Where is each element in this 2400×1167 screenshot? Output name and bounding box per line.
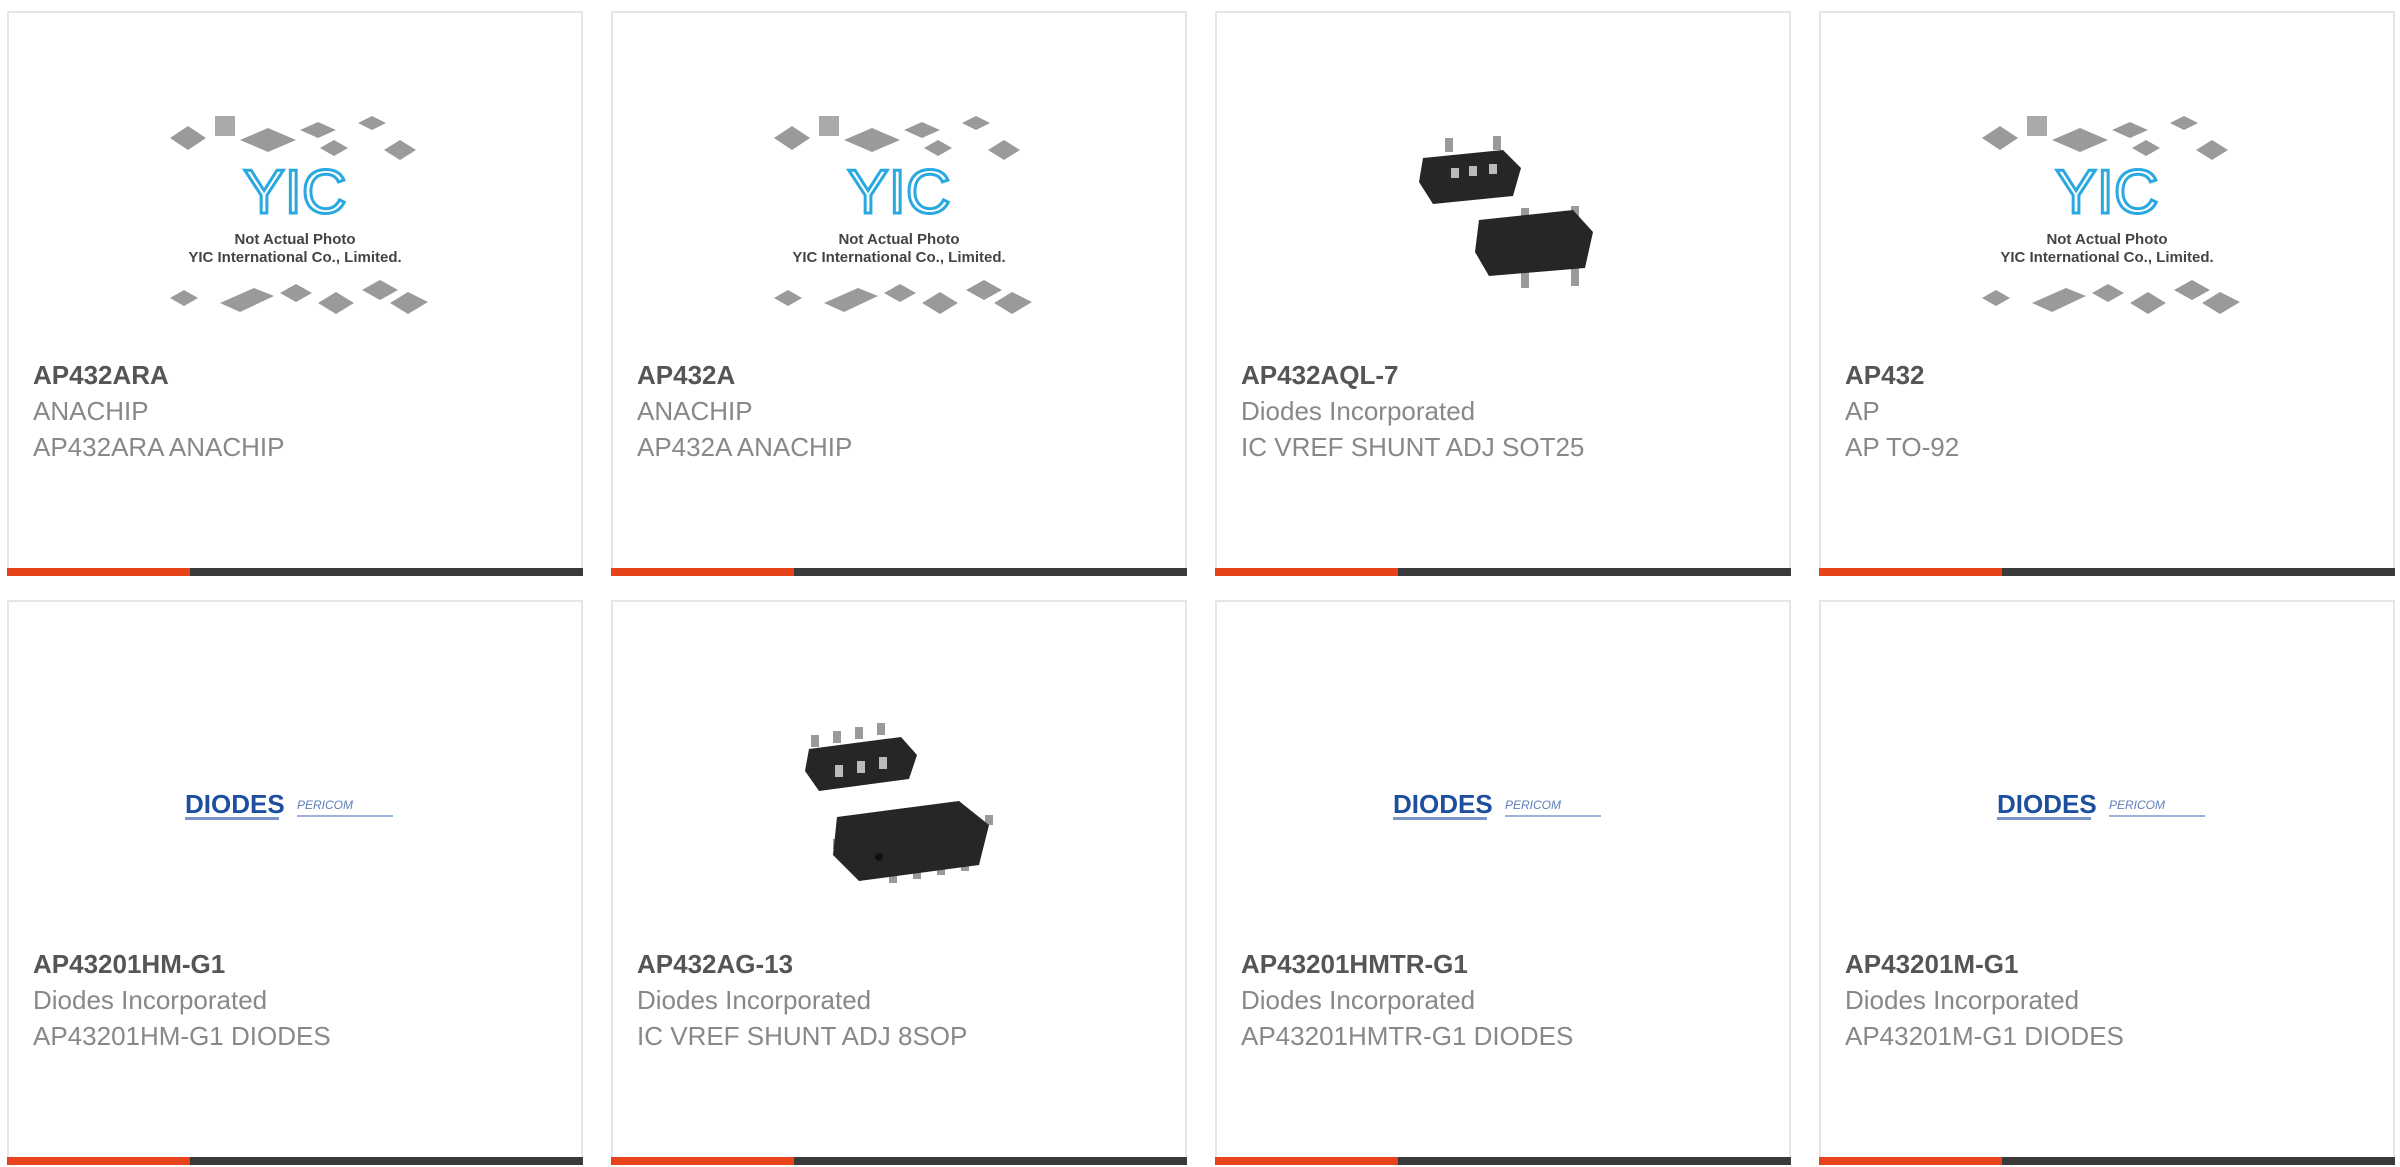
card-accent-bar [1819, 1157, 2002, 1165]
card-accent-bar [7, 568, 190, 576]
product-card[interactable]: AP432AG-13 Diodes Incorporated IC VREF S… [611, 600, 1187, 1165]
card-accent-bar [611, 568, 794, 576]
diodes-logo-text: DIODES [185, 789, 285, 819]
card-bottom-bar [611, 1157, 1187, 1165]
card-bottom-bar [7, 1157, 583, 1165]
placeholder-caption-line2: YIC International Co., Limited. [2000, 249, 2213, 266]
placeholder-caption-line2: YIC International Co., Limited. [188, 249, 401, 266]
yic-logo-text: YIC [847, 158, 950, 227]
part-number[interactable]: AP432 [1845, 357, 2373, 393]
product-image[interactable]: DIODES PERICOM [1821, 662, 2393, 952]
product-image[interactable]: DIODES PERICOM [9, 662, 581, 952]
description: AP TO-92 [1845, 432, 1960, 462]
card-accent-bar [1215, 1157, 1398, 1165]
yic-logo-text: YIC [2055, 158, 2158, 227]
product-image[interactable]: DIODES PERICOM [1217, 662, 1789, 952]
diodes-logo-icon: DIODES PERICOM [185, 789, 393, 820]
diodes-logo-icon: DIODES PERICOM [1393, 789, 1601, 820]
card-bottom-bar [611, 568, 1187, 576]
part-number[interactable]: AP432ARA [33, 357, 561, 393]
product-card[interactable]: DIODES PERICOM AP43201M-G1 Diodes Incorp… [1819, 600, 2395, 1165]
product-card[interactable]: YIC Not Actual Photo YIC International C… [1819, 11, 2395, 576]
pericom-logo-text: PERICOM [2109, 798, 2165, 812]
yic-logo-text: YIC [243, 158, 346, 227]
product-card[interactable]: DIODES PERICOM AP43201HMTR-G1 Diodes Inc… [1215, 600, 1791, 1165]
product-card[interactable]: DIODES PERICOM AP43201HM-G1 Diodes Incor… [7, 600, 583, 1165]
placeholder-caption-line2: YIC International Co., Limited. [792, 249, 1005, 266]
card-bottom-bar [1215, 568, 1791, 576]
manufacturer: Diodes Incorporated [637, 985, 872, 1015]
card-bottom-bar [1819, 1157, 2395, 1165]
card-accent-bar [7, 1157, 190, 1165]
part-number[interactable]: AP432A [637, 357, 1165, 393]
8sop-chip-icon [805, 723, 993, 883]
card-bottom-bar [1215, 1157, 1791, 1165]
product-card[interactable]: AP432AQL-7 Diodes Incorporated IC VREF S… [1215, 11, 1791, 576]
manufacturer: Diodes Incorporated [33, 985, 268, 1015]
sot25-chip-icon [1419, 136, 1593, 288]
description: IC VREF SHUNT ADJ SOT25 [1241, 432, 1585, 462]
pericom-logo-text: PERICOM [1505, 798, 1561, 812]
description: AP43201HMTR-G1 DIODES [1241, 1021, 1574, 1051]
product-card[interactable]: YIC Not Actual Photo YIC International C… [611, 11, 1187, 576]
part-number[interactable]: AP432AG-13 [637, 946, 1165, 982]
part-number[interactable]: AP432AQL-7 [1241, 357, 1769, 393]
description: AP432ARA ANACHIP [33, 432, 285, 462]
diodes-logo-text: DIODES [1997, 789, 2097, 819]
manufacturer: Diodes Incorporated [1845, 985, 2080, 1015]
card-bottom-bar [1819, 568, 2395, 576]
placeholder-caption-line1: Not Actual Photo [838, 231, 959, 248]
card-accent-bar [1819, 568, 2002, 576]
placeholder-caption-line1: Not Actual Photo [234, 231, 355, 248]
description: AP43201M-G1 DIODES [1845, 1021, 2124, 1051]
product-image[interactable]: YIC Not Actual Photo YIC International C… [9, 73, 581, 363]
card-accent-bar [611, 1157, 794, 1165]
diodes-logo-text: DIODES [1393, 789, 1493, 819]
placeholder-caption-line1: Not Actual Photo [2046, 231, 2167, 248]
description: IC VREF SHUNT ADJ 8SOP [637, 1021, 968, 1051]
manufacturer: Diodes Incorporated [1241, 985, 1476, 1015]
product-image[interactable] [1217, 73, 1789, 363]
part-number[interactable]: AP43201HM-G1 [33, 946, 561, 982]
description: AP43201HM-G1 DIODES [33, 1021, 331, 1051]
part-number[interactable]: AP43201M-G1 [1845, 946, 2373, 982]
product-image[interactable]: YIC Not Actual Photo YIC International C… [613, 73, 1185, 363]
diodes-logo-icon: DIODES PERICOM [1997, 789, 2205, 820]
product-image[interactable]: YIC Not Actual Photo YIC International C… [1821, 73, 2393, 363]
card-accent-bar [1215, 568, 1398, 576]
manufacturer: Diodes Incorporated [1241, 396, 1476, 426]
manufacturer: ANACHIP [637, 396, 753, 426]
product-card[interactable]: YIC Not Actual Photo YIC International C… [7, 11, 583, 576]
product-image[interactable] [613, 662, 1185, 952]
part-number[interactable]: AP43201HMTR-G1 [1241, 946, 1769, 982]
card-bottom-bar [7, 568, 583, 576]
manufacturer: AP [1845, 396, 1880, 426]
pericom-logo-text: PERICOM [297, 798, 353, 812]
manufacturer: ANACHIP [33, 396, 149, 426]
description: AP432A ANACHIP [637, 432, 853, 462]
